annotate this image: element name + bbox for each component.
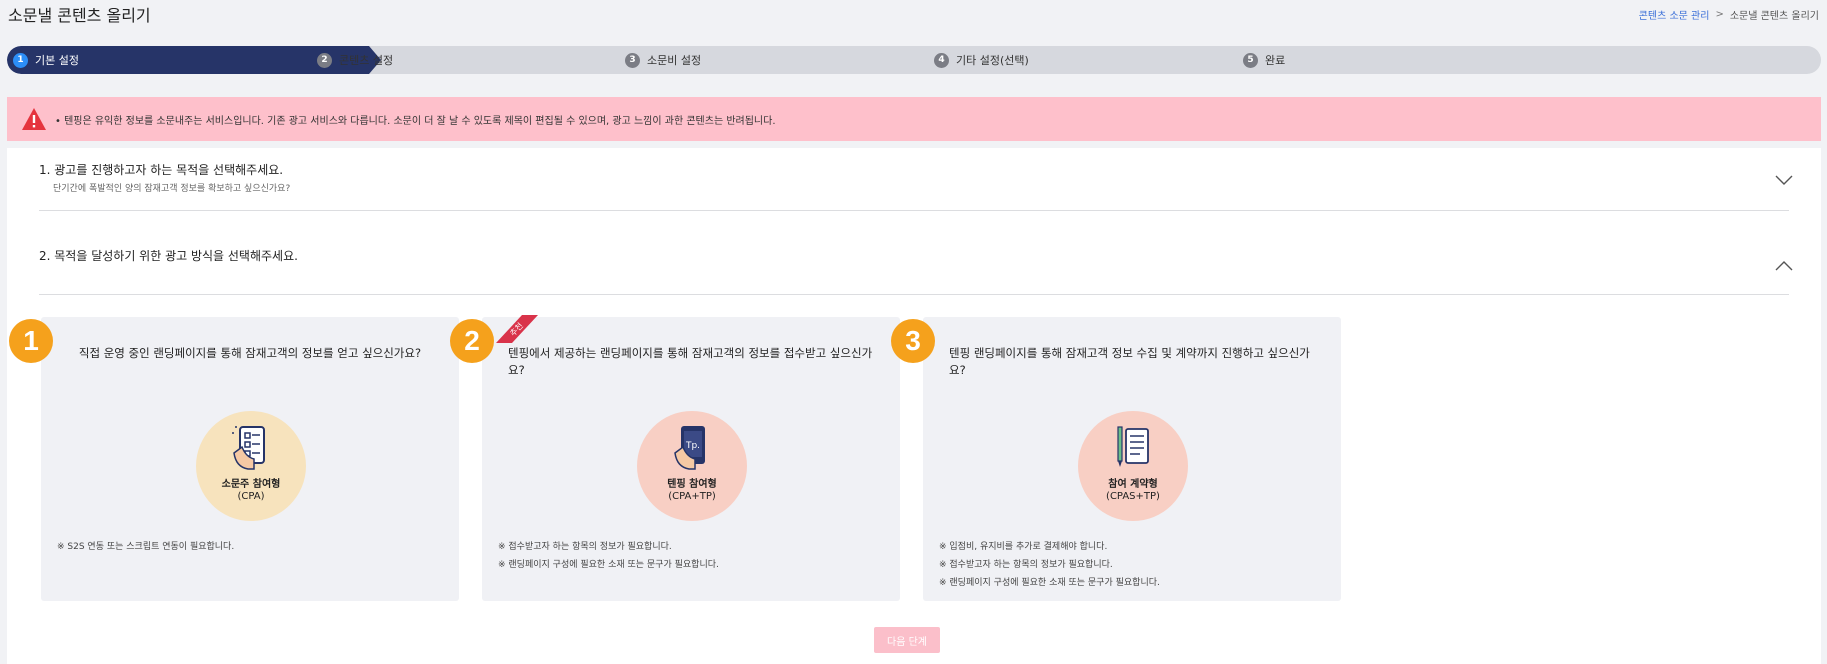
- card-number-badge: 2: [450, 319, 494, 363]
- notice-alert: • 텐핑은 유익한 정보를 소문내주는 서비스입니다. 기존 광고 서비스와 다…: [7, 97, 1821, 141]
- card-note: ※ 입점비, 유지비를 추가로 결제해야 합니다.: [939, 542, 1108, 552]
- ad-type-label: 참여 계약형: [1108, 479, 1158, 490]
- step-label: 완료: [1265, 54, 1286, 67]
- breadcrumb: 콘텐츠 소문 관리 > 소문낼 콘텐츠 올리기: [1639, 7, 1819, 22]
- page-header: 소문낼 콘텐츠 올리기 콘텐츠 소문 관리 > 소문낼 콘텐츠 올리기: [0, 0, 1827, 44]
- progress-stepper: 1 기본 설정 2 콘텐츠 설정 3 소문비 설정 4 기타 설정(선택) 5 …: [7, 46, 1821, 74]
- question-1-title[interactable]: 1. 광고를 진행하고자 하는 목적을 선택해주세요.: [39, 161, 283, 178]
- step-label: 기본 설정: [35, 54, 79, 67]
- phone-checklist-icon: [232, 426, 265, 470]
- recommended-ribbon: 추천: [496, 315, 538, 343]
- step-label: 콘텐츠 설정: [339, 54, 394, 67]
- step-number: 1: [13, 52, 28, 68]
- card-icon-circle: Tp. 텐핑 참여형 (CPA+TP): [637, 411, 747, 521]
- card-icon-circle: 소문주 참여형 (CPA): [196, 411, 306, 521]
- ad-type-card-cpas-tp[interactable]: 텐핑 랜딩페이지를 통해 잠재고객 정보 수집 및 계약까지 진행하고 싶으신가…: [923, 317, 1341, 601]
- card-question: 직접 운영 중인 랜딩페이지를 통해 잠재고객의 정보를 얻고 싶으신가요?: [78, 346, 422, 360]
- ad-type-card-cpa[interactable]: 직접 운영 중인 랜딩페이지를 통해 잠재고객의 정보를 얻고 싶으신가요? 소…: [41, 317, 459, 601]
- card-question: 텐핑 랜딩페이지를 통해 잠재고객 정보 수집 및 계약까지 진행하고 싶으신가…: [949, 346, 1310, 377]
- step-number: 3: [625, 52, 640, 68]
- card-notes: ※ S2S 연동 또는 스크립트 연동이 필요합니다.: [57, 538, 234, 556]
- ad-type-code: (CPA): [237, 491, 265, 502]
- card-note: ※ 접수받고자 하는 항목의 정보가 필요합니다.: [498, 542, 672, 552]
- ad-type-label: 텐핑 참여형: [667, 479, 717, 490]
- breadcrumb-current: 소문낼 콘텐츠 올리기: [1729, 11, 1819, 22]
- tenping-phone-icon: Tp.: [674, 426, 705, 470]
- question-1-subtitle: 단기간에 폭발적인 양의 잠재고객 정보를 확보하고 싶으신가요?: [53, 184, 291, 194]
- step-basic-settings[interactable]: 1 기본 설정: [13, 46, 79, 74]
- chevron-up-icon[interactable]: [1775, 260, 1793, 272]
- card-note: ※ 랜딩페이지 구성에 필요한 소재 또는 문구가 필요합니다.: [498, 560, 719, 570]
- chevron-down-icon[interactable]: [1775, 174, 1793, 186]
- page-title: 소문낼 콘텐츠 올리기: [8, 6, 151, 25]
- divider: [39, 294, 1789, 295]
- card-note: ※ S2S 연동 또는 스크립트 연동이 필요합니다.: [57, 542, 235, 552]
- step-number: 4: [934, 52, 949, 68]
- step-budget-settings[interactable]: 3 소문비 설정: [625, 46, 701, 74]
- card-number-badge: 3: [891, 319, 935, 363]
- notice-text: • 텐핑은 유익한 정보를 소문내주는 서비스입니다. 기존 광고 서비스와 다…: [55, 115, 776, 127]
- tenping-logo-text: Tp.: [685, 441, 700, 451]
- next-step-button[interactable]: 다음 단계: [874, 627, 940, 653]
- card-number-badge: 1: [9, 319, 53, 363]
- step-label: 소문비 설정: [647, 54, 702, 67]
- card-note: ※ 랜딩페이지 구성에 필요한 소재 또는 문구가 필요합니다.: [939, 578, 1160, 588]
- step-content-settings[interactable]: 2 콘텐츠 설정: [317, 46, 393, 74]
- card-notes: ※ 입점비, 유지비를 추가로 결제해야 합니다. ※ 접수받고자 하는 항목의…: [939, 538, 1160, 592]
- step-number: 5: [1243, 52, 1258, 68]
- question-2-title[interactable]: 2. 목적을 달성하기 위한 광고 방식을 선택해주세요.: [39, 247, 298, 264]
- breadcrumb-separator: >: [1715, 9, 1724, 20]
- step-label: 기타 설정(선택): [956, 54, 1029, 67]
- card-question: 텐핑에서 제공하는 랜딩페이지를 통해 잠재고객의 정보를 접수받고 싶으신가요…: [508, 346, 873, 377]
- ad-type-label: 소문주 참여형: [221, 479, 281, 490]
- breadcrumb-link-content-management[interactable]: 콘텐츠 소문 관리: [1639, 7, 1710, 22]
- ad-type-code: (CPA+TP): [668, 491, 716, 502]
- card-notes: ※ 접수받고자 하는 항목의 정보가 필요합니다. ※ 랜딩페이지 구성에 필요…: [498, 538, 719, 574]
- step-other-settings[interactable]: 4 기타 설정(선택): [934, 46, 1029, 74]
- card-icon-circle: 참여 계약형 (CPAS+TP): [1078, 411, 1188, 521]
- ad-type-code: (CPAS+TP): [1106, 491, 1160, 502]
- ad-type-card-cpa-tp[interactable]: 텐핑에서 제공하는 랜딩페이지를 통해 잠재고객의 정보를 접수받고 싶으신가요…: [482, 317, 900, 601]
- step-number: 2: [317, 52, 332, 68]
- step-complete[interactable]: 5 완료: [1243, 46, 1285, 74]
- divider: [39, 210, 1789, 211]
- warning-icon: [22, 108, 46, 130]
- contract-pen-icon: [1117, 426, 1149, 467]
- card-note: ※ 접수받고자 하는 항목의 정보가 필요합니다.: [939, 560, 1113, 570]
